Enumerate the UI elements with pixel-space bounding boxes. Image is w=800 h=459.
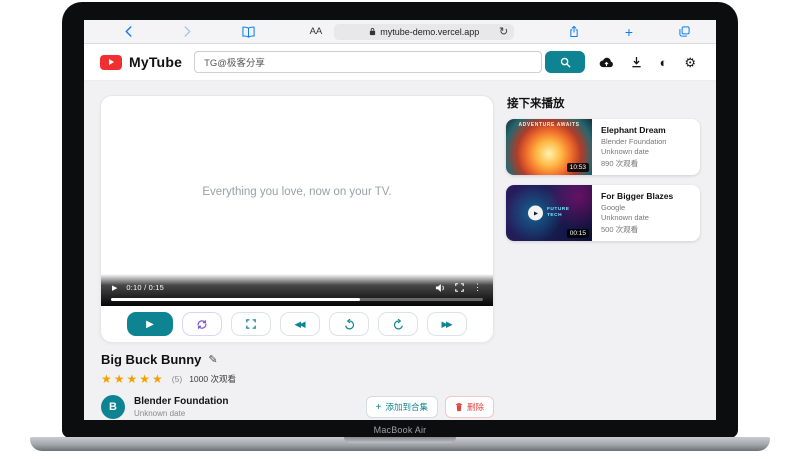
sidebar-video-channel: Blender Foundation <box>601 137 666 146</box>
search-icon <box>560 57 571 68</box>
search-button[interactable] <box>545 51 585 73</box>
page-content: Everything you love, now on your TV. ▶ 0… <box>84 81 716 420</box>
player-message: Everything you love, now on your TV. <box>202 186 391 198</box>
laptop-base <box>30 437 770 451</box>
video-title: Big Buck Bunny <box>101 352 201 367</box>
sidebar-video-card[interactable]: FUTURE TECH 00:15 For Bigger Blazes Goog… <box>506 185 700 241</box>
sidebar-video-title: For Bigger Blazes <box>601 191 673 201</box>
progress-fill <box>111 298 360 301</box>
share-icon <box>569 25 579 38</box>
tabs-icon <box>679 26 690 37</box>
add-to-collection-button[interactable]: + 添加到合集 <box>366 396 438 418</box>
share-button[interactable] <box>569 25 579 38</box>
laptop-base-notch <box>344 437 456 443</box>
thumbnail-caption: FUTURE TECH <box>547 207 573 219</box>
url-text: mytube-demo.vercel.app <box>380 27 479 37</box>
rotate-left-icon <box>344 319 355 330</box>
play-overlay-icon <box>528 206 543 221</box>
book-icon <box>242 26 255 38</box>
delete-button[interactable]: 删除 <box>445 396 494 418</box>
sidebar-video-title: Elephant Dream <box>601 125 666 135</box>
brand-title: MyTube <box>129 54 182 70</box>
edit-title-button[interactable]: ✎ <box>208 353 217 366</box>
up-next-sidebar: 接下来播放 ADVENTURE AWAITS 10:53 Elephant Dr… <box>506 95 700 406</box>
native-video-controls: ▶ 0:10 / 0:15 ⋮ <box>101 274 493 306</box>
more-options-button[interactable]: ⋮ <box>473 282 482 293</box>
refresh-button[interactable]: ↻ <box>499 25 508 38</box>
channel-name: Blender Foundation <box>134 396 228 407</box>
forward-5-button[interactable] <box>378 312 418 336</box>
upload-date: Unknown date <box>134 409 228 418</box>
video-player-card: Everything you love, now on your TV. ▶ 0… <box>100 95 494 343</box>
progress-bar[interactable] <box>111 298 483 301</box>
native-play-button[interactable]: ▶ <box>112 284 117 292</box>
fullscreen-icon <box>246 319 256 329</box>
download-icon <box>631 56 642 68</box>
search-input[interactable] <box>194 51 542 73</box>
channel-row: B Blender Foundation Unknown date + 添加到合… <box>101 395 494 419</box>
lock-icon <box>369 27 376 36</box>
chevron-right-icon <box>183 26 192 37</box>
sidebar-video-card[interactable]: ADVENTURE AWAITS 10:53 Elephant Dream Bl… <box>506 119 700 175</box>
macbook-mockup: AA mytube-demo.vercel.app ↻ + <box>0 0 800 459</box>
site-header: MyTube ◐ ⚙ <box>84 44 716 81</box>
rewind-button[interactable]: ◀◀ <box>280 312 320 336</box>
video-surface[interactable]: Everything you love, now on your TV. ▶ 0… <box>101 96 493 306</box>
brand-link[interactable]: MyTube <box>100 54 182 70</box>
settings-button[interactable]: ⚙ <box>684 56 696 69</box>
sidebar-video-channel: Google <box>601 203 673 212</box>
upload-button[interactable] <box>599 57 614 68</box>
view-count: 1000 次观看 <box>189 373 236 385</box>
native-fullscreen-button[interactable] <box>455 283 464 292</box>
tab-overview-button[interactable] <box>679 26 690 37</box>
back-button[interactable] <box>124 26 133 37</box>
thumbnail-caption: ADVENTURE AWAITS <box>506 122 592 128</box>
new-tab-button[interactable]: + <box>625 25 633 39</box>
sidebar-heading: 接下来播放 <box>507 95 700 111</box>
trash-icon <box>455 402 463 412</box>
download-button[interactable] <box>631 56 642 68</box>
chevron-left-icon <box>124 26 133 37</box>
device-label: MacBook Air <box>62 425 738 435</box>
sidebar-video-date: Unknown date <box>601 147 666 156</box>
theme-toggle-button[interactable]: ◐ <box>659 56 667 69</box>
time-display: 0:10 / 0:15 <box>126 283 164 292</box>
reading-list-button[interactable] <box>242 26 255 38</box>
sidebar-video-date: Unknown date <box>601 213 673 222</box>
browser-window: AA mytube-demo.vercel.app ↻ + <box>84 20 716 420</box>
rotate-right-icon <box>393 319 404 330</box>
volume-icon <box>435 283 446 293</box>
cloud-upload-icon <box>599 57 614 68</box>
video-thumbnail: FUTURE TECH 00:15 <box>506 185 592 241</box>
duration-badge: 10:53 <box>567 163 589 172</box>
forward-button[interactable] <box>183 26 192 37</box>
fullscreen-button[interactable] <box>231 312 271 336</box>
fast-forward-button[interactable]: ▶▶ <box>427 312 467 336</box>
play-button[interactable]: ▶ <box>127 312 173 336</box>
sidebar-video-views: 500 次观看 <box>601 224 673 235</box>
rating-count: (5) <box>172 374 182 384</box>
duration-badge: 00:15 <box>567 229 589 238</box>
address-bar[interactable]: mytube-demo.vercel.app ↻ <box>334 24 514 40</box>
loop-icon <box>196 319 208 330</box>
mytube-logo-icon <box>100 55 122 70</box>
reader-options-button[interactable]: AA <box>310 26 323 37</box>
custom-controls: ▶ ◀◀ <box>101 306 493 342</box>
browser-toolbar: AA mytube-demo.vercel.app ↻ + <box>84 20 716 44</box>
replay-5-button[interactable] <box>329 312 369 336</box>
sidebar-video-views: 890 次观看 <box>601 158 666 169</box>
loop-button[interactable] <box>182 312 222 336</box>
volume-button[interactable] <box>435 283 446 293</box>
star-rating[interactable]: ★★★★★ <box>101 372 165 386</box>
laptop-screen-bezel: AA mytube-demo.vercel.app ↻ + <box>62 2 738 438</box>
plus-icon: + <box>376 402 382 413</box>
video-thumbnail: ADVENTURE AWAITS 10:53 <box>506 119 592 175</box>
fullscreen-icon <box>455 283 464 292</box>
channel-avatar: B <box>101 395 125 419</box>
